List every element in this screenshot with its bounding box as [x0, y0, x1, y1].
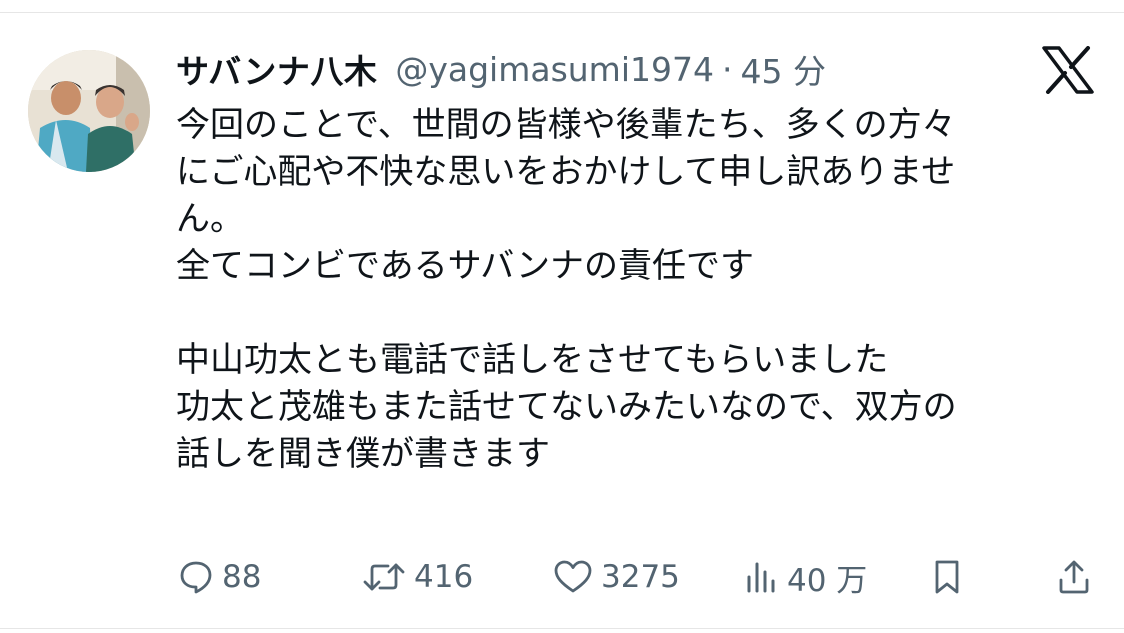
views-button[interactable]: 40 万	[745, 550, 867, 604]
bottom-divider	[0, 628, 1124, 629]
tweet-text: 今回のことで、世間の皆様や後輩たち、多くの方々 にご心配や不快な思いをおかけして…	[176, 102, 1096, 478]
like-button[interactable]: 3275	[553, 550, 680, 604]
speech-bubble-icon	[178, 559, 214, 595]
retweet-arrows-icon	[362, 559, 406, 595]
reply-button[interactable]: 88	[178, 550, 261, 604]
tweet-header: サバンナ八木 @yagimasumi1974 · 45 分	[176, 44, 826, 94]
tweet-line: 功太と茂雄もまた話せてないみたいなので、双方の	[176, 387, 957, 427]
author-name[interactable]: サバンナ八木	[176, 45, 377, 93]
top-divider	[0, 12, 1124, 13]
tweet-line: 話しを聞き僕が書きます	[176, 434, 550, 474]
retweet-count: 416	[414, 559, 474, 595]
share-upload-icon	[1056, 558, 1092, 596]
view-count: 40 万	[787, 562, 868, 599]
like-count: 3275	[601, 559, 680, 595]
avatar-photo	[28, 50, 150, 172]
tweet-line: にご心配や不快な思いをおかけして申し訳ありませ	[176, 152, 956, 192]
avatar[interactable]	[28, 50, 150, 172]
heart-icon	[553, 559, 593, 595]
x-logo-icon	[1042, 46, 1094, 94]
reply-count: 88	[222, 559, 262, 595]
tweet-line: 全てコンビであるサバンナの責任です	[176, 246, 754, 286]
bookmark-button[interactable]	[930, 550, 964, 604]
bookmark-icon	[930, 558, 964, 596]
author-handle[interactable]: @yagimasumi1974	[395, 50, 714, 89]
separator-dot: ·	[721, 49, 733, 89]
tweet-line: 中山功太とも電話で話しをさせてもらいました	[176, 340, 889, 380]
tweet-line: ん。	[176, 199, 244, 239]
bar-chart-icon	[745, 559, 779, 595]
retweet-button[interactable]: 416	[362, 550, 473, 604]
action-bar: 88 416 3275 40 万	[0, 550, 1124, 604]
timestamp[interactable]: 45 分	[740, 45, 825, 93]
tweet-line: 今回のことで、世間の皆様や後輩たち、多くの方々	[176, 105, 956, 145]
share-button[interactable]	[1056, 550, 1092, 604]
